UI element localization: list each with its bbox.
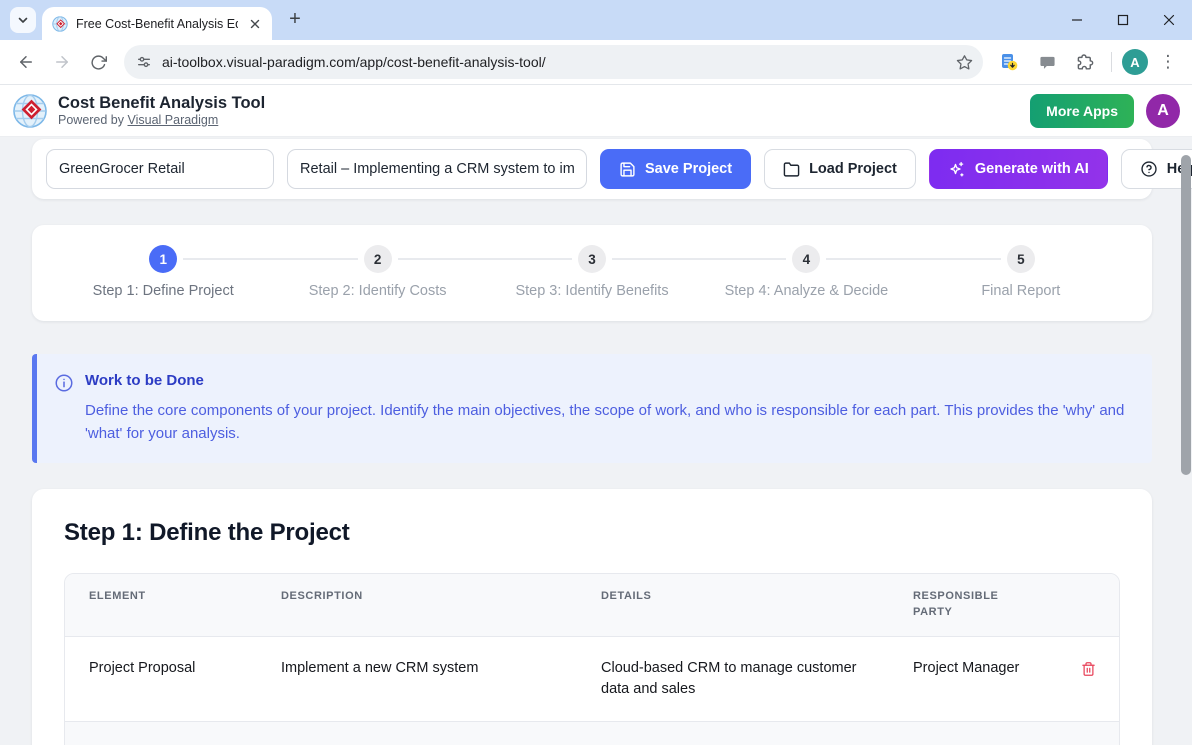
step-4-number: 4 xyxy=(792,245,820,273)
help-circle-icon xyxy=(1140,160,1158,178)
column-header-description: Description xyxy=(257,574,577,636)
window-maximize-button[interactable] xyxy=(1100,0,1146,40)
address-bar[interactable]: ai-toolbox.visual-paradigm.com/app/cost-… xyxy=(124,45,983,79)
window-minimize-button[interactable] xyxy=(1054,0,1100,40)
url-text[interactable]: ai-toolbox.visual-paradigm.com/app/cost-… xyxy=(162,54,946,70)
step-5-final-report[interactable]: 5 Final Report xyxy=(914,245,1128,299)
app-header: Cost Benefit Analysis Tool Powered by Vi… xyxy=(0,85,1192,137)
app-title-block: Cost Benefit Analysis Tool Powered by Vi… xyxy=(58,94,265,127)
step-3-identify-benefits[interactable]: 3 Step 3: Identify Benefits xyxy=(485,245,699,299)
browser-toolbar-right: A ⋮ xyxy=(993,46,1182,78)
tab-search-chevron-icon[interactable] xyxy=(10,7,36,33)
powered-by-text: Powered by xyxy=(58,113,127,127)
cell-actions xyxy=(1055,636,1120,721)
save-project-label: Save Project xyxy=(645,161,732,177)
section-heading: Step 1: Define the Project xyxy=(64,519,1120,547)
generate-with-ai-button[interactable]: Generate with AI xyxy=(929,149,1108,189)
new-tab-button[interactable]: + xyxy=(282,6,308,32)
cell-description: Implement a new CRM system xyxy=(257,636,577,721)
forward-icon[interactable] xyxy=(46,46,78,78)
cell-element: Project Proposal xyxy=(65,636,257,721)
browser-menu-icon[interactable]: ⋮ xyxy=(1154,52,1182,72)
cell-actions xyxy=(1055,721,1120,745)
project-toolbar: Save Project Load Project Generate with … xyxy=(32,139,1152,199)
step-1-define-project[interactable]: 1 Step 1: Define Project xyxy=(56,245,270,299)
step-1-label: Step 1: Define Project xyxy=(93,283,234,299)
bookmark-star-icon[interactable] xyxy=(956,54,973,71)
step-2-label: Step 2: Identify Costs xyxy=(309,283,447,299)
tab-close-icon[interactable] xyxy=(246,15,264,33)
browser-toolbar: ai-toolbox.visual-paradigm.com/app/cost-… xyxy=(0,40,1192,85)
tab-title: Free Cost-Benefit Analysis Edito xyxy=(76,17,238,31)
toolbar-divider xyxy=(1111,52,1112,72)
trash-icon xyxy=(1081,661,1096,677)
visual-paradigm-logo xyxy=(12,93,48,129)
step-4-label: Step 4: Analyze & Decide xyxy=(725,283,889,299)
reading-list-extension-icon[interactable] xyxy=(993,46,1025,78)
more-apps-button[interactable]: More Apps xyxy=(1030,94,1134,128)
app-title: Cost Benefit Analysis Tool xyxy=(58,94,265,113)
project-description-input[interactable] xyxy=(287,149,587,189)
callout-title: Work to be Done xyxy=(85,372,1130,393)
load-project-label: Load Project xyxy=(809,161,897,177)
step-2-identify-costs[interactable]: 2 Step 2: Identify Costs xyxy=(270,245,484,299)
window-close-button[interactable] xyxy=(1146,0,1192,40)
visual-paradigm-link[interactable]: Visual Paradigm xyxy=(127,113,218,127)
cell-element: Objective xyxy=(65,721,257,745)
site-info-icon[interactable] xyxy=(136,54,152,70)
callout-body: Define the core components of your proje… xyxy=(85,400,1130,445)
save-icon xyxy=(619,161,636,178)
step-5-label: Final Report xyxy=(981,283,1060,299)
browser-titlebar: Free Cost-Benefit Analysis Edito + xyxy=(0,0,1192,40)
extensions-puzzle-icon[interactable] xyxy=(1069,46,1101,78)
project-name-input[interactable] xyxy=(46,149,274,189)
step-1-section: Step 1: Define the Project Element Descr… xyxy=(32,489,1152,745)
step-2-number: 2 xyxy=(364,245,392,273)
window-controls xyxy=(1054,0,1192,40)
step-3-label: Step 3: Identify Benefits xyxy=(515,283,668,299)
back-icon[interactable] xyxy=(10,46,42,78)
info-icon xyxy=(54,372,85,393)
browser-tab[interactable]: Free Cost-Benefit Analysis Edito xyxy=(42,7,272,40)
cell-details: Cloud-based CRM to manage customer data … xyxy=(577,636,889,721)
column-header-details: Details xyxy=(577,574,889,636)
project-elements-table: Element Description Details Responsible … xyxy=(64,573,1120,745)
browser-window: Free Cost-Benefit Analysis Edito + xyxy=(0,0,1192,745)
page-scrollbar-thumb[interactable] xyxy=(1181,155,1191,475)
reload-icon[interactable] xyxy=(82,46,114,78)
step-1-number: 1 xyxy=(149,245,177,273)
cell-details: Increase retention by 15%, sales by xyxy=(577,721,889,745)
step-4-analyze-decide[interactable]: 4 Step 4: Analyze & Decide xyxy=(699,245,913,299)
cell-description: Improve customer retention and sales xyxy=(257,721,577,745)
generate-with-ai-label: Generate with AI xyxy=(975,161,1089,177)
app-header-right: More Apps A xyxy=(1030,94,1180,128)
cell-responsible-party: Sales and xyxy=(889,721,1055,745)
column-header-element: Element xyxy=(65,574,257,636)
page-content: Save Project Load Project Generate with … xyxy=(0,137,1192,745)
user-avatar[interactable]: A xyxy=(1146,94,1180,128)
column-header-responsible-party: Responsible Party xyxy=(889,574,1055,636)
step-3-number: 3 xyxy=(578,245,606,273)
powered-by: Powered by Visual Paradigm xyxy=(58,113,265,127)
load-project-button[interactable]: Load Project xyxy=(764,149,916,189)
browser-profile-avatar[interactable]: A xyxy=(1122,49,1148,75)
column-header-actions xyxy=(1055,574,1120,636)
sparkles-icon xyxy=(948,160,966,178)
step-5-number: 5 xyxy=(1007,245,1035,273)
wizard-stepper: 1 Step 1: Define Project 2 Step 2: Ident… xyxy=(32,225,1152,321)
work-to-be-done-callout: Work to be Done Define the core componen… xyxy=(32,354,1152,463)
side-panel-icon[interactable] xyxy=(1031,46,1063,78)
delete-row-button[interactable] xyxy=(1077,658,1099,680)
folder-icon xyxy=(783,161,800,178)
cell-responsible-party: Project Manager xyxy=(889,636,1055,721)
save-project-button[interactable]: Save Project xyxy=(600,149,751,189)
visual-paradigm-favicon xyxy=(52,16,68,32)
